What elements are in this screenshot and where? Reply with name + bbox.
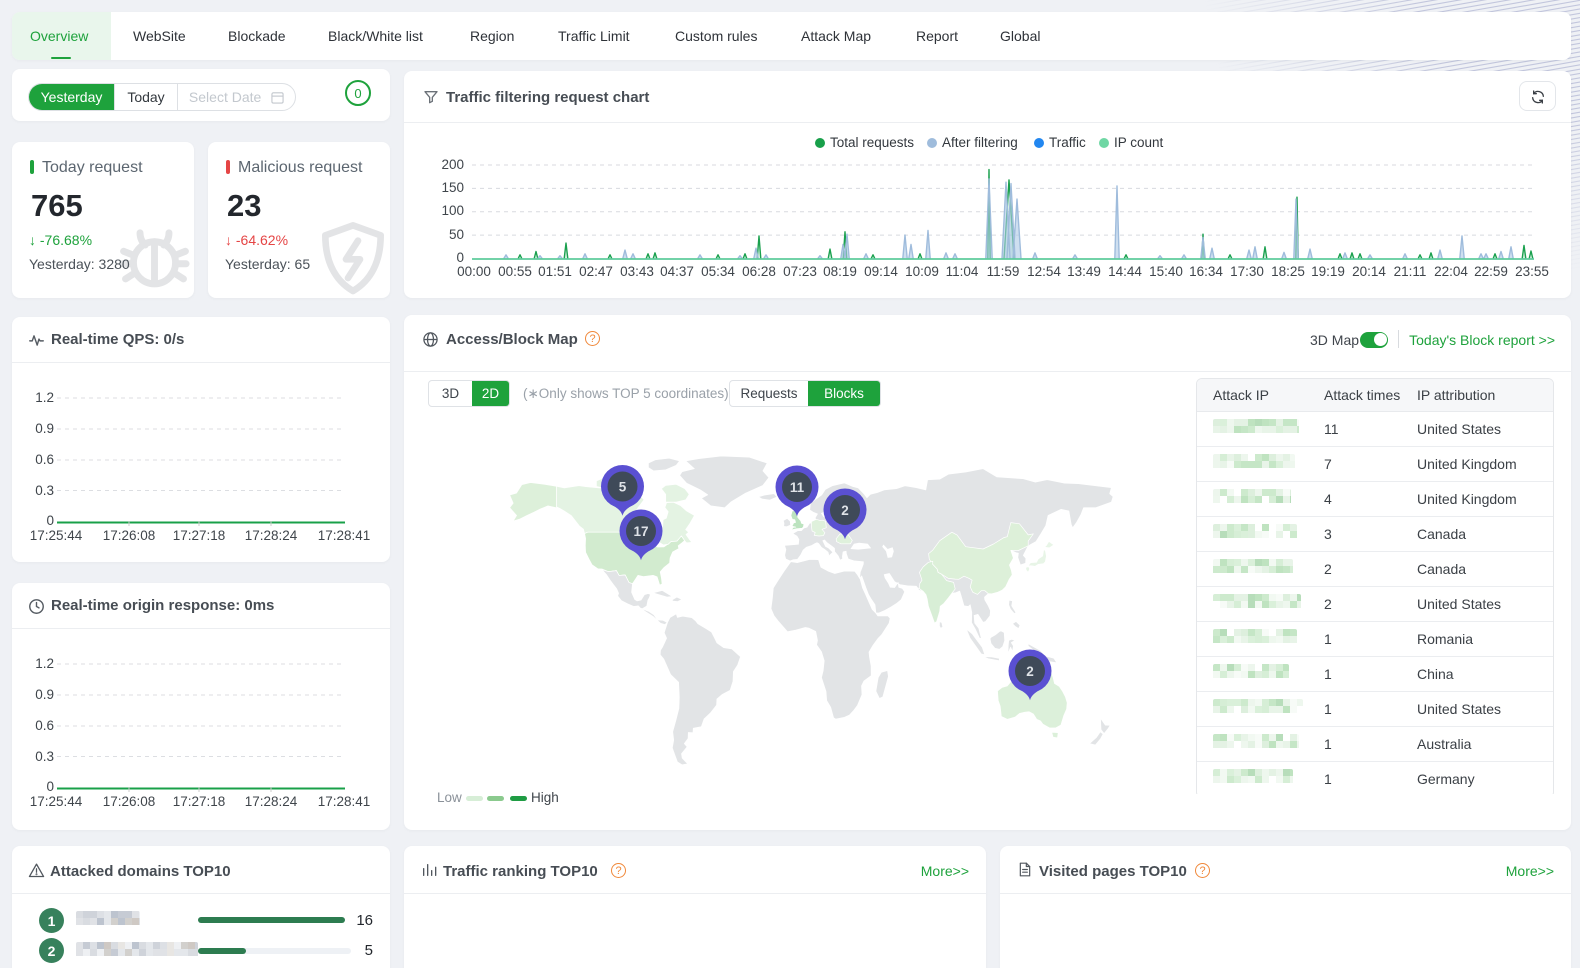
svg-text:11: 11 [790,480,805,495]
svg-text:17: 17 [633,524,648,539]
svg-text:5: 5 [619,479,627,494]
svg-text:2: 2 [841,503,849,518]
svg-text:2: 2 [1026,664,1034,679]
